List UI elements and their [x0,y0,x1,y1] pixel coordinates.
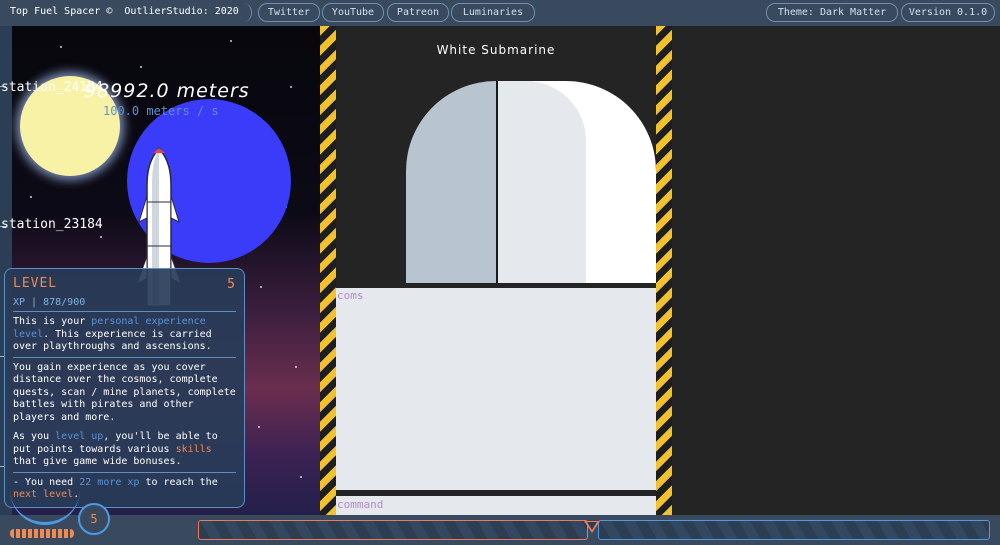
fuel-gauge [10,529,74,538]
text-span: to reach the [139,476,218,488]
theme-selector[interactable]: Theme: Dark Matter [766,3,898,22]
hazard-strip-left [320,26,336,515]
xp-progress: XP | 878/900 [13,297,236,312]
chevron-inner [587,522,597,530]
level-description: This is your personal experience level. … [13,316,236,358]
star [300,476,302,478]
hazard-strip-right [656,26,672,515]
highlight-text: level up [55,431,104,442]
star [295,366,297,368]
station-label: station_23184 [1,217,103,232]
level-gain-info: You gain experience as you cover distanc… [13,361,236,423]
command-input[interactable]: command [336,496,656,515]
top-bar: Top Fuel Spacer © OutlierStudio: 2020 Tw… [0,0,1000,26]
brand-title: Top Fuel Spacer © [10,6,113,17]
star [60,46,62,48]
star [100,236,102,238]
highlight-text: skills [175,443,212,455]
star [230,40,232,42]
coms-label: coms [337,289,364,302]
left-status-bar [198,520,588,540]
brand-studio: OutlierStudio: 2020 [124,6,239,17]
text-span: This is your [13,316,92,327]
star [140,66,142,68]
window-right-pane [498,81,656,283]
vessel-name: White Submarine [436,43,556,57]
level-skills-info: As you level up, you'll be able to put p… [13,431,236,473]
window-left-pane [406,81,496,283]
youtube-link[interactable]: YouTube [322,3,384,22]
station-marker[interactable]: station_23184 [0,217,103,233]
level-title: LEVEL [13,276,58,291]
right-status-bar [598,520,990,540]
star [258,426,260,428]
brand: Top Fuel Spacer © OutlierStudio: 2020 [6,3,252,22]
text-span: that give game wide bonuses. [13,456,182,467]
level-badge[interactable]: 5 [78,503,110,535]
luminaries-link[interactable]: Luminaries [451,3,535,22]
vessel-panel: White Submarine coms command [336,26,656,515]
star [290,86,292,88]
text-span: . This experience is carried over playth… [13,328,212,353]
twitter-link[interactable]: Twitter [258,3,320,22]
level-number: 5 [227,277,235,292]
patreon-link[interactable]: Patreon [387,3,449,22]
command-placeholder: command [337,498,384,511]
version-label: Version 0.1.0 [901,3,995,22]
text-span: As you [13,431,56,442]
coms-panel[interactable]: coms [336,288,656,490]
window-shade [498,81,586,283]
highlight-text: 22 more xp [79,476,140,488]
vessel-window[interactable] [406,81,656,283]
star [260,286,262,288]
star [30,196,32,198]
distance-readout: 98992.0 meters [84,80,250,102]
speed-readout: 100.0 meters / s [103,104,219,118]
